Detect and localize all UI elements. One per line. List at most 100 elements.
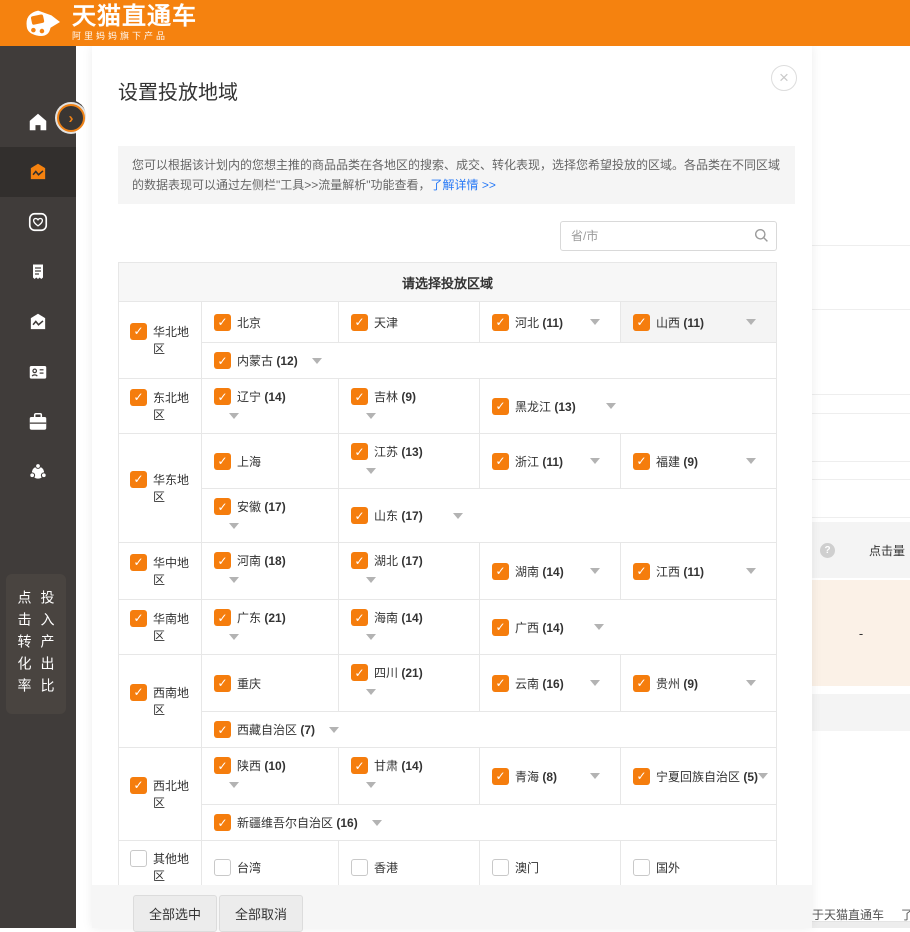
region-checkbox[interactable] <box>492 314 509 331</box>
dropdown-caret-icon[interactable] <box>366 413 376 419</box>
province-cell[interactable]: 吉林 (9) <box>339 379 480 433</box>
region-checkbox[interactable] <box>351 507 368 524</box>
province-search-input[interactable] <box>560 221 777 251</box>
sidebar-item-community[interactable] <box>0 447 76 497</box>
region-checkbox[interactable] <box>130 850 147 867</box>
province-cell[interactable]: 河南 (18) <box>202 543 339 599</box>
province-cell[interactable]: 青海 (8) <box>480 748 621 804</box>
region-checkbox[interactable] <box>351 314 368 331</box>
help-icon[interactable]: ? <box>820 543 835 558</box>
region-checkbox[interactable] <box>633 768 650 785</box>
dropdown-caret-icon[interactable] <box>590 458 600 464</box>
province-cell[interactable]: 陕西 (10) <box>202 748 339 804</box>
province-cell[interactable]: 海南 (14) <box>339 600 480 654</box>
region-checkbox[interactable] <box>633 563 650 580</box>
region-checkbox[interactable] <box>214 757 231 774</box>
region-checkbox[interactable] <box>492 453 509 470</box>
region-group-cell[interactable]: 华中地区 <box>119 543 202 599</box>
province-cell[interactable]: 新疆维吾尔自治区 (16) <box>202 805 776 840</box>
province-cell[interactable]: 山东 (17) <box>339 489 776 542</box>
dropdown-caret-icon[interactable] <box>366 634 376 640</box>
close-icon[interactable]: × <box>771 65 797 91</box>
dropdown-caret-icon[interactable] <box>453 513 463 519</box>
region-checkbox[interactable] <box>633 675 650 692</box>
sidebar-item-account[interactable] <box>0 347 76 397</box>
sidebar-item-tools[interactable] <box>0 397 76 447</box>
dropdown-caret-icon[interactable] <box>366 468 376 474</box>
province-cell[interactable]: 辽宁 (14) <box>202 379 339 433</box>
region-checkbox[interactable] <box>351 443 368 460</box>
region-checkbox[interactable] <box>492 859 509 876</box>
region-checkbox[interactable] <box>351 388 368 405</box>
search-icon[interactable] <box>754 228 769 243</box>
province-cell[interactable]: 河北 (11) <box>480 302 621 342</box>
dropdown-caret-icon[interactable] <box>366 577 376 583</box>
region-checkbox[interactable] <box>130 389 147 406</box>
dropdown-caret-icon[interactable] <box>590 773 600 779</box>
dropdown-caret-icon[interactable] <box>606 403 616 409</box>
dropdown-caret-icon[interactable] <box>590 680 600 686</box>
province-cell[interactable]: 西藏自治区 (7) <box>202 712 776 747</box>
dropdown-caret-icon[interactable] <box>312 358 322 364</box>
region-group-cell[interactable]: 西南地区 <box>119 655 202 747</box>
province-cell[interactable]: 内蒙古 (12) <box>202 343 776 378</box>
region-group-cell[interactable]: 华东地区 <box>119 434 202 542</box>
dropdown-caret-icon[interactable] <box>746 319 756 325</box>
dropdown-caret-icon[interactable] <box>229 634 239 640</box>
region-checkbox[interactable] <box>214 314 231 331</box>
province-cell[interactable]: 云南 (16) <box>480 655 621 711</box>
region-checkbox[interactable] <box>214 675 231 692</box>
sidebar-item-creative[interactable] <box>0 297 76 347</box>
province-cell[interactable]: 安徽 (17) <box>202 489 339 542</box>
dropdown-caret-icon[interactable] <box>594 624 604 630</box>
province-cell[interactable]: 四川 (21) <box>339 655 480 711</box>
province-cell[interactable]: 黑龙江 (13) <box>480 379 776 433</box>
region-checkbox[interactable] <box>214 552 231 569</box>
dropdown-caret-icon[interactable] <box>366 689 376 695</box>
region-checkbox[interactable] <box>130 684 147 701</box>
region-checkbox[interactable] <box>351 664 368 681</box>
province-cell[interactable]: 贵州 (9) <box>621 655 776 711</box>
dropdown-caret-icon[interactable] <box>366 782 376 788</box>
province-cell[interactable]: 天津 <box>339 302 480 342</box>
region-checkbox[interactable] <box>130 471 147 488</box>
dropdown-caret-icon[interactable] <box>590 568 600 574</box>
province-cell[interactable]: 山西 (11) <box>621 302 776 342</box>
sidebar-item-favorites[interactable] <box>0 197 76 247</box>
region-checkbox[interactable] <box>633 453 650 470</box>
region-checkbox[interactable] <box>214 352 231 369</box>
region-checkbox[interactable] <box>214 859 231 876</box>
region-checkbox[interactable] <box>351 609 368 626</box>
region-checkbox[interactable] <box>214 609 231 626</box>
dropdown-caret-icon[interactable] <box>229 523 239 529</box>
province-cell[interactable]: 上海 <box>202 434 339 488</box>
dropdown-caret-icon[interactable] <box>229 782 239 788</box>
region-checkbox[interactable] <box>130 777 147 794</box>
region-checkbox[interactable] <box>633 314 650 331</box>
region-checkbox[interactable] <box>492 563 509 580</box>
region-group-cell[interactable]: 华南地区 <box>119 600 202 654</box>
dropdown-caret-icon[interactable] <box>590 319 600 325</box>
region-checkbox[interactable] <box>492 398 509 415</box>
province-cell[interactable]: 湖北 (17) <box>339 543 480 599</box>
region-checkbox[interactable] <box>351 757 368 774</box>
dropdown-caret-icon[interactable] <box>746 458 756 464</box>
province-cell[interactable]: 北京 <box>202 302 339 342</box>
region-group-cell[interactable]: 东北地区 <box>119 379 202 433</box>
learn-more-link[interactable]: 了解详情 >> <box>431 178 496 192</box>
province-cell[interactable]: 甘肃 (14) <box>339 748 480 804</box>
province-cell[interactable]: 广西 (14) <box>480 600 776 654</box>
region-group-cell[interactable]: 华北地区 <box>119 302 202 378</box>
province-cell[interactable]: 江西 (11) <box>621 543 776 599</box>
dropdown-caret-icon[interactable] <box>372 820 382 826</box>
dropdown-caret-icon[interactable] <box>229 413 239 419</box>
province-cell[interactable]: 福建 (9) <box>621 434 776 488</box>
region-checkbox[interactable] <box>214 388 231 405</box>
dropdown-caret-icon[interactable] <box>229 577 239 583</box>
region-checkbox[interactable] <box>214 814 231 831</box>
sidebar-item-home[interactable] <box>0 97 76 147</box>
dropdown-caret-icon[interactable] <box>329 727 339 733</box>
dropdown-caret-icon[interactable] <box>746 680 756 686</box>
region-checkbox[interactable] <box>214 453 231 470</box>
region-checkbox[interactable] <box>351 552 368 569</box>
